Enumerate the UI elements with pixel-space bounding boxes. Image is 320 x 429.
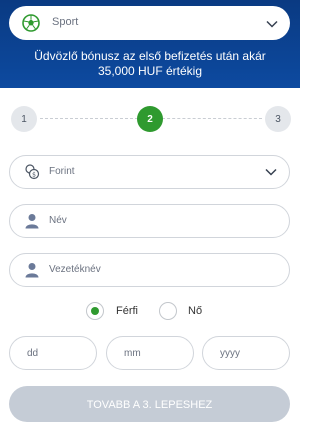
last-name-field[interactable]: Vezetéknév	[9, 253, 290, 287]
coins-icon: $	[25, 164, 40, 180]
soccer-ball-icon	[22, 14, 40, 32]
male-radio[interactable]	[86, 302, 104, 320]
user-icon	[25, 214, 39, 229]
dob-year-placeholder: yyyy	[220, 348, 240, 359]
chevron-down-icon	[266, 20, 278, 28]
chevron-down-icon	[265, 168, 277, 176]
bonus-line-2: 35,000 HUF értékig	[97, 64, 203, 78]
sport-select[interactable]: Sport	[9, 6, 290, 40]
dob-day-field[interactable]: dd	[9, 336, 97, 370]
currency-value: Forint	[49, 166, 75, 177]
currency-select[interactable]: $ Forint	[9, 155, 290, 189]
bonus-line-1: Üdvözlő bónusz az első befizetés után ak…	[34, 49, 266, 63]
radio-selected-dot	[91, 307, 99, 315]
user-icon	[25, 263, 39, 278]
step-2-current: 2	[137, 106, 163, 132]
first-name-placeholder: Név	[49, 215, 67, 226]
step-connector	[162, 118, 262, 119]
next-step-button[interactable]: TOVABB A 3. LEPESHEZ	[9, 386, 290, 422]
svg-text:$: $	[32, 172, 36, 179]
female-label: Nő	[188, 305, 203, 317]
dob-month-placeholder: mm	[124, 348, 141, 359]
first-name-field[interactable]: Név	[9, 204, 290, 238]
last-name-placeholder: Vezetéknév	[49, 264, 101, 275]
dob-day-placeholder: dd	[27, 348, 39, 359]
header-banner: Sport Üdvözlő bónusz az első befizetés u…	[0, 0, 300, 88]
dob-month-field[interactable]: mm	[106, 336, 194, 370]
bonus-text: Üdvözlő bónusz az első befizetés után ak…	[0, 49, 300, 79]
step-indicator: 1 2 3	[0, 106, 300, 132]
dob-year-field[interactable]: yyyy	[202, 336, 290, 370]
step-3: 3	[265, 106, 291, 132]
sport-select-label: Sport	[52, 16, 79, 28]
step-1: 1	[11, 106, 37, 132]
female-radio[interactable]	[159, 302, 177, 320]
male-label: Férfi	[116, 305, 138, 317]
step-connector	[40, 118, 138, 119]
